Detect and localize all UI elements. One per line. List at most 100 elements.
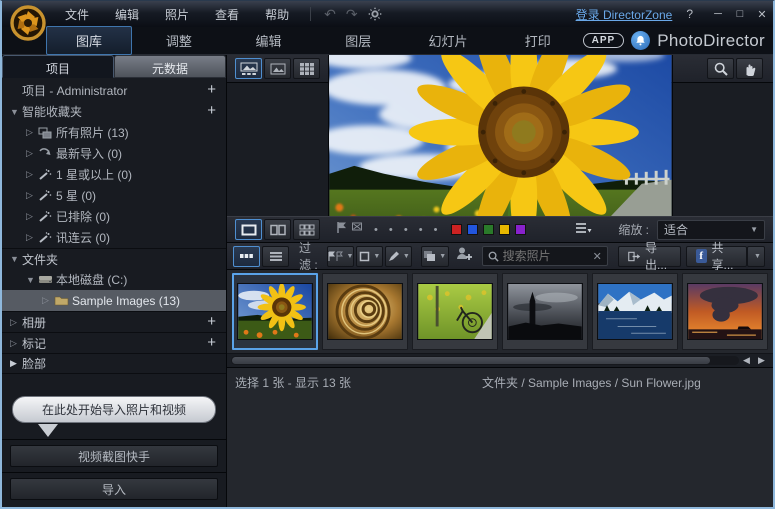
view-mode-viewer-only-button[interactable] (264, 58, 291, 79)
tab-project[interactable]: 项目 (2, 55, 114, 78)
help-button[interactable]: ? (686, 7, 693, 21)
filter-by-rating-dropdown[interactable]: ▼ (385, 246, 412, 267)
search-box[interactable]: ✕ (482, 246, 608, 266)
share-button[interactable]: f 共享... (686, 246, 747, 267)
expand-arrow-icon[interactable]: ▷ (26, 232, 38, 243)
tab-layers[interactable]: 图层 (315, 27, 401, 54)
list-view-button[interactable] (262, 246, 289, 267)
tree-item-local-disk-c[interactable]: ▼ 本地磁盘 (C:) (2, 269, 226, 290)
expand-arrow-icon[interactable]: ▷ (26, 127, 38, 138)
menu-file[interactable]: 文件 (52, 1, 102, 27)
star-rating-dots[interactable]: • • • • • (374, 224, 441, 236)
login-directorzone-link[interactable]: 登录 DirectorZone (576, 6, 673, 23)
tag-face-button[interactable] (456, 246, 472, 266)
thumbnail-snow-mountain-lake[interactable] (592, 273, 678, 350)
expand-arrow-icon[interactable]: ▶ (10, 358, 22, 369)
thumbnail-golden-spiral[interactable] (322, 273, 408, 350)
flag-pick-icon[interactable] (336, 221, 348, 239)
view-mode-grid-button[interactable] (293, 58, 320, 79)
thumbnail-storm-sunset[interactable] (682, 273, 768, 350)
scrollbar-thumb[interactable] (232, 357, 710, 364)
tree-item-albums[interactable]: ▷ 相册 + (2, 311, 226, 332)
share-options-dropdown[interactable]: ▼ (747, 246, 765, 267)
color-label-blue[interactable] (467, 224, 478, 235)
tab-metadata[interactable]: 元数据 (114, 55, 226, 78)
tree-item-project-root[interactable]: 项目 - Administrator + (2, 80, 226, 101)
thumbnail-dusk-tower[interactable] (502, 273, 588, 350)
thumbnail-sun-flower[interactable] (232, 273, 318, 350)
pan-tool-button[interactable] (736, 58, 763, 79)
maximize-button[interactable]: □ (729, 8, 751, 20)
settings-gear-icon[interactable] (368, 7, 382, 21)
view-mode-viewer-filmstrip-button[interactable] (235, 58, 262, 79)
expand-arrow-icon[interactable]: ▷ (26, 169, 38, 180)
tab-slideshow[interactable]: 幻灯片 (405, 27, 491, 54)
tree-item-tags[interactable]: ▷ 标记 + (2, 332, 226, 353)
expand-arrow-icon[interactable]: ▷ (26, 190, 38, 201)
photo-viewer[interactable] (227, 83, 773, 216)
tree-item-all-photos[interactable]: ▷ 所有照片 (13) (2, 122, 226, 143)
expand-arrow-icon[interactable]: ▼ (26, 275, 38, 285)
expand-arrow-icon[interactable]: ▼ (10, 254, 22, 264)
export-button[interactable]: 导出... (618, 246, 681, 267)
minimize-button[interactable]: ─ (707, 8, 729, 20)
tab-edit[interactable]: 编辑 (226, 27, 312, 54)
menu-edit[interactable]: 编辑 (102, 1, 152, 27)
clear-search-icon[interactable]: ✕ (593, 250, 602, 263)
filter-by-label-dropdown[interactable]: ▼ (356, 246, 383, 267)
menu-help[interactable]: 帮助 (252, 1, 302, 27)
zoom-level-dropdown[interactable]: 适合 ▼ (657, 220, 765, 240)
app-badge[interactable]: APP (583, 33, 625, 48)
stack-photos-dropdown[interactable]: ▼ (421, 246, 449, 267)
search-input[interactable] (503, 249, 593, 263)
tree-item-smart-collection[interactable]: ▼ 智能收藏夹 + (2, 101, 226, 122)
thumbnail-bicycle-field[interactable] (412, 273, 498, 350)
tree-item-folders[interactable]: ▼ 文件夹 (2, 248, 226, 269)
add-button[interactable]: + (207, 334, 216, 351)
chevron-down-icon: ▼ (754, 253, 761, 260)
redo-icon[interactable]: ↷ (346, 6, 358, 23)
scroll-left-icon[interactable]: ◀ (739, 355, 754, 366)
expand-arrow-icon[interactable]: ▷ (10, 338, 22, 349)
expand-arrow-icon[interactable]: ▷ (26, 148, 38, 159)
compare-view-button[interactable] (264, 219, 291, 240)
zoom-tool-button[interactable] (707, 58, 734, 79)
color-label-purple[interactable] (515, 224, 526, 235)
tree-item-faces[interactable]: ▶ 脸部 (2, 353, 226, 374)
tree-item-rejected[interactable]: ▷ 已排除 (0) (2, 206, 226, 227)
menu-photo[interactable]: 照片 (152, 1, 202, 27)
sort-button[interactable] (575, 221, 592, 239)
tree-item-latest-import[interactable]: ▷ 最新导入 (0) (2, 143, 226, 164)
expand-arrow-icon[interactable]: ▷ (10, 317, 22, 328)
multi-view-button[interactable] (293, 219, 320, 240)
expand-arrow-icon[interactable]: ▷ (42, 295, 54, 306)
filter-by-flag-dropdown[interactable]: ▼ (327, 246, 355, 267)
scrollbar-track[interactable] (231, 356, 739, 365)
tab-adjustment[interactable]: 调整 (136, 27, 222, 54)
color-label-green[interactable] (483, 224, 494, 235)
add-button[interactable]: + (207, 81, 216, 98)
color-label-red[interactable] (451, 224, 462, 235)
undo-icon[interactable]: ↶ (324, 6, 336, 23)
scroll-right-icon[interactable]: ▶ (754, 355, 769, 366)
tree-item-sample-images[interactable]: ▷ Sample Images (13) (2, 290, 226, 311)
tree-item-1-star-or-more[interactable]: ▷ 1 星或以上 (0) (2, 164, 226, 185)
tree-item-5-star[interactable]: ▷ 5 星 (0) (2, 185, 226, 206)
tab-print[interactable]: 打印 (495, 27, 581, 54)
close-button[interactable]: ✕ (751, 8, 773, 21)
filmstrip-view-button[interactable] (233, 246, 260, 267)
menu-view[interactable]: 查看 (202, 1, 252, 27)
add-button[interactable]: + (207, 102, 216, 119)
notification-bell-icon[interactable] (631, 31, 650, 50)
flag-reject-icon[interactable] (351, 221, 364, 239)
add-button[interactable]: + (207, 313, 216, 330)
tab-library[interactable]: 图库 (46, 26, 132, 55)
expand-arrow-icon[interactable]: ▼ (10, 107, 22, 117)
expand-arrow-icon[interactable]: ▷ (26, 211, 38, 222)
import-here-callout[interactable]: 在此处开始导入照片和视频 (12, 396, 216, 423)
video-snapshot-button[interactable]: 视频截图快手 (10, 445, 218, 467)
color-label-yellow[interactable] (499, 224, 510, 235)
single-view-button[interactable] (235, 219, 262, 240)
import-button[interactable]: 导入 (10, 478, 218, 500)
tree-item-cyberlink-cloud[interactable]: ▷ 讯连云 (0) (2, 227, 226, 248)
